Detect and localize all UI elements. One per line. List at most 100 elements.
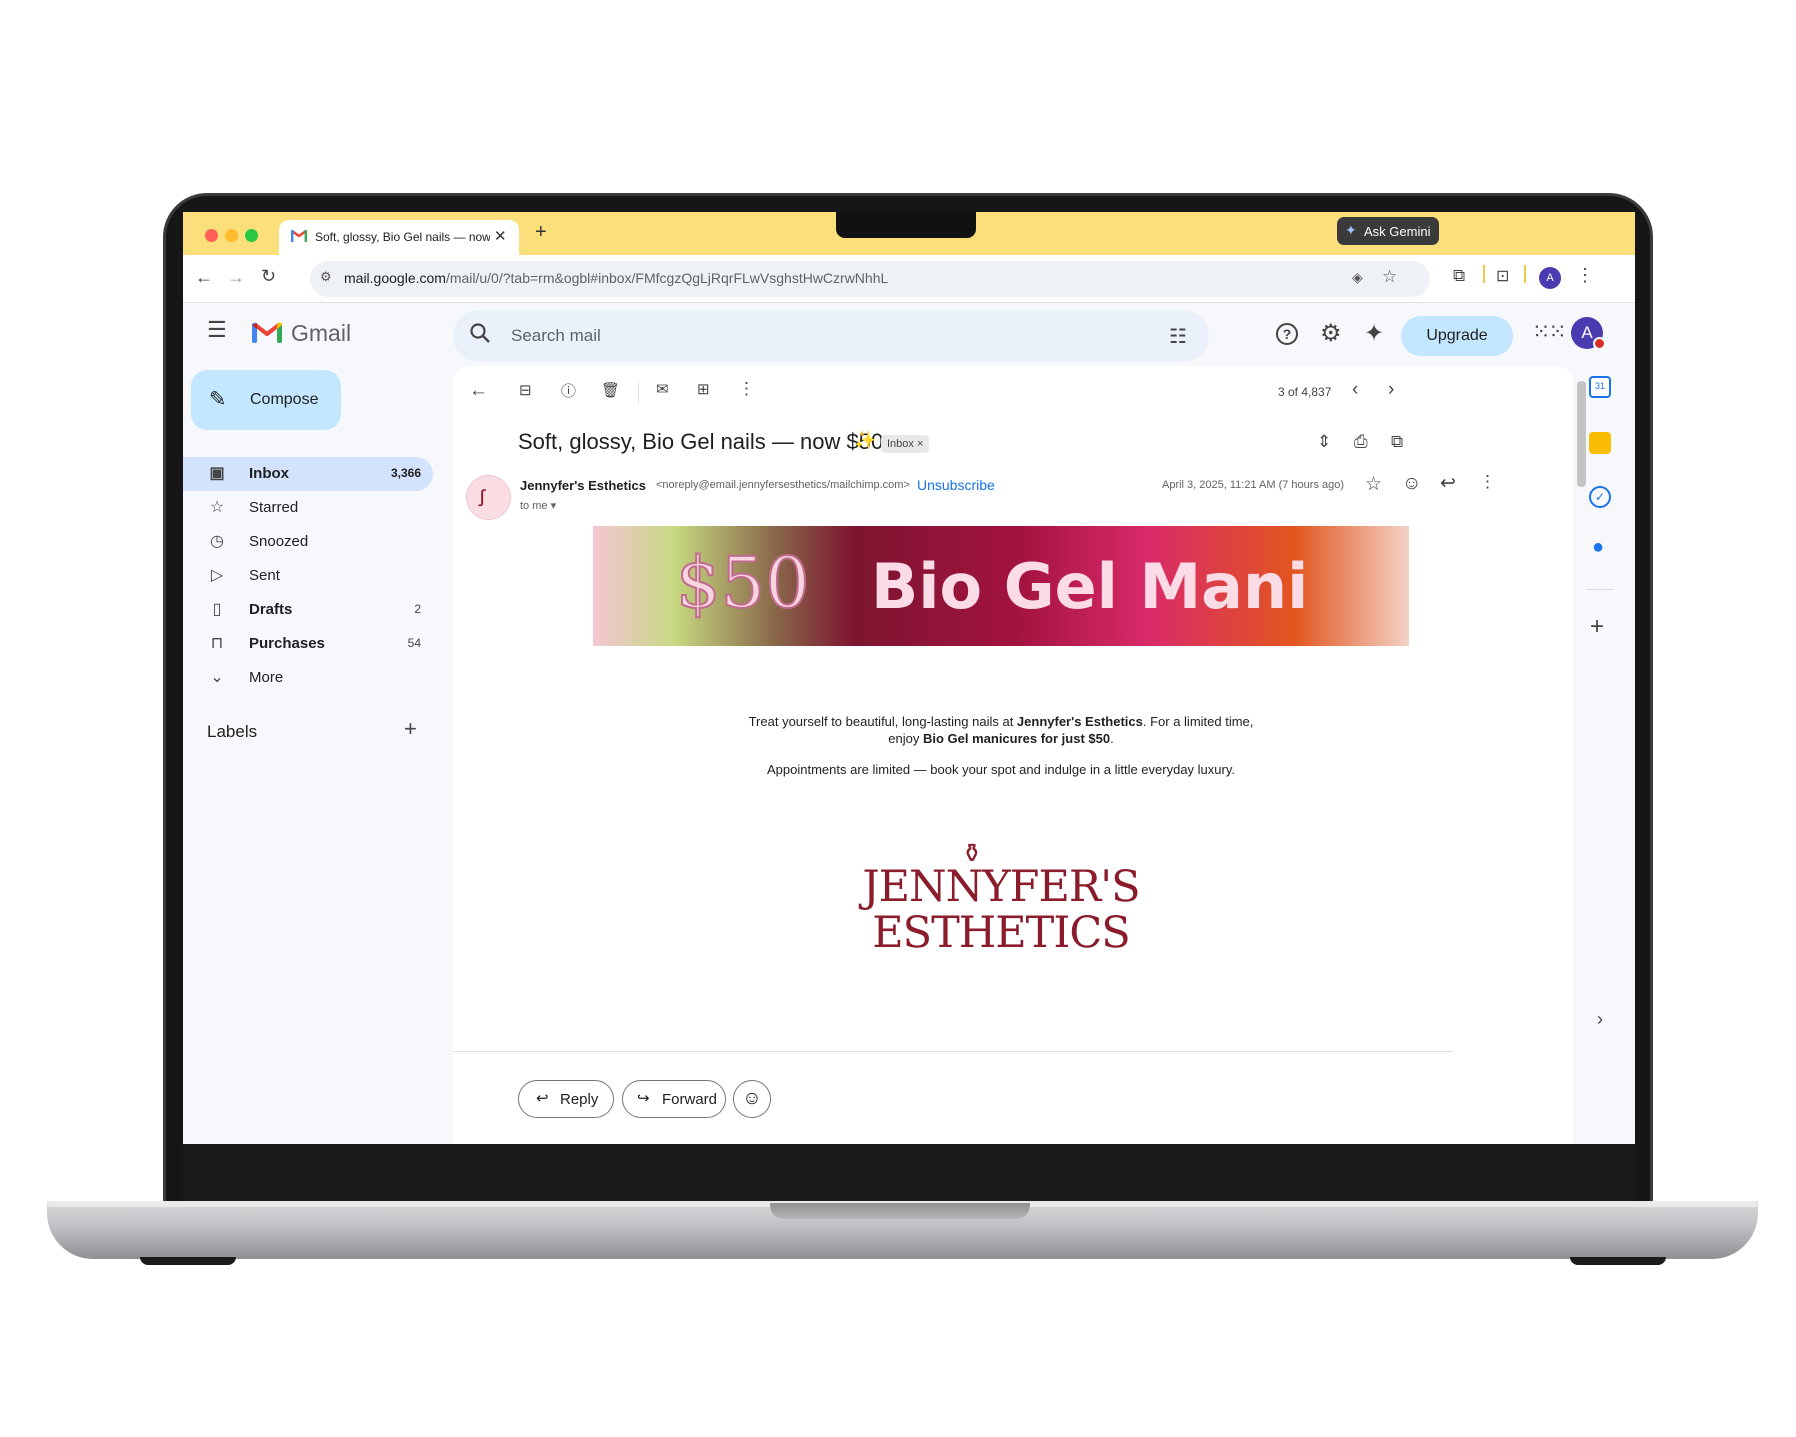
- body-paragraph-1: Treat yourself to beautiful, long-lastin…: [593, 713, 1409, 747]
- logo-line-2: ESTHETICS: [872, 908, 1130, 958]
- browser-menu-icon[interactable]: ⋮: [1576, 265, 1594, 286]
- screen-bezel-bottom: [183, 1144, 1635, 1201]
- reply-arrow-icon[interactable]: ↩: [1440, 472, 1456, 495]
- pager-text: 3 of 4,837: [1278, 385, 1332, 399]
- close-window-button[interactable]: [205, 229, 218, 242]
- compose-button[interactable]: ✎ Compose: [191, 370, 341, 430]
- new-tab-button[interactable]: +: [535, 221, 547, 244]
- inbox-chip-label: Inbox: [887, 438, 914, 450]
- contacts-icon[interactable]: ●: [1592, 536, 1604, 559]
- reply-button[interactable]: ↩ Reply: [518, 1080, 614, 1118]
- unsubscribe-link[interactable]: Unsubscribe: [917, 477, 995, 493]
- to-me-dropdown[interactable]: to me ▾: [520, 499, 556, 512]
- inbox-label-chip[interactable]: Inbox ×: [881, 435, 930, 453]
- newer-chevron-icon[interactable]: ‹: [1352, 379, 1358, 401]
- gmail-wordmark: Gmail: [291, 320, 352, 346]
- remove-label-icon[interactable]: ×: [917, 438, 923, 450]
- screen: Soft, glossy, Bio Gel nails — now ✕ + ✦ …: [183, 212, 1635, 1144]
- browser-profile-avatar[interactable]: A: [1539, 267, 1561, 289]
- main-menu-icon[interactable]: ☰: [207, 317, 227, 343]
- gemini-sparkle-icon: ✦: [1345, 222, 1357, 238]
- inbox-icon: ▣: [209, 465, 225, 482]
- help-icon[interactable]: ?: [1276, 323, 1298, 345]
- search-bar[interactable]: Search mail ☷: [453, 310, 1209, 362]
- add-app-icon[interactable]: +: [1590, 613, 1604, 641]
- add-label-icon[interactable]: +: [404, 716, 417, 742]
- laptop-opening-notch: [770, 1203, 1030, 1219]
- back-to-inbox-icon[interactable]: ←: [469, 380, 488, 402]
- older-chevron-icon[interactable]: ›: [1388, 379, 1394, 401]
- upgrade-button[interactable]: Upgrade: [1401, 316, 1513, 356]
- tasks-icon[interactable]: ✓: [1589, 486, 1611, 508]
- mark-unread-icon[interactable]: ✉: [656, 380, 669, 398]
- nav-snoozed[interactable]: ◷ Snoozed: [183, 525, 433, 559]
- keep-icon[interactable]: [1589, 432, 1611, 454]
- sender-avatar[interactable]: ꭍ: [466, 475, 511, 520]
- open-new-window-icon[interactable]: ⧉: [1391, 432, 1403, 452]
- back-arrow-icon[interactable]: ←: [195, 267, 213, 288]
- message-scrollbar[interactable]: [1577, 381, 1586, 487]
- nav-starred[interactable]: ☆ Starred: [183, 491, 433, 525]
- delete-icon[interactable]: 🗑: [601, 381, 620, 399]
- show-side-panel-icon[interactable]: ›: [1597, 1009, 1603, 1030]
- nav-count: 54: [407, 636, 421, 650]
- body-bold-offer: Bio Gel manicures for just $50: [922, 731, 1111, 746]
- body-bold-brand: Jennyfer's Esthetics: [1016, 714, 1143, 729]
- nav-count: 3,366: [390, 466, 421, 480]
- print-icon[interactable]: ⎙: [1354, 432, 1368, 452]
- search-placeholder: Search mail: [511, 326, 601, 345]
- move-to-icon[interactable]: ⊞: [697, 380, 710, 398]
- apps-grid-icon[interactable]: ⁙⁙: [1532, 319, 1567, 345]
- search-options-icon[interactable]: ☷: [1169, 324, 1187, 349]
- logo-line-1: JENNYFER'S: [862, 862, 1140, 912]
- calendar-icon[interactable]: 31: [1589, 376, 1611, 398]
- nav-label: Drafts: [249, 601, 293, 618]
- collapse-all-icon[interactable]: ⇕: [1317, 432, 1331, 452]
- url-domain: mail.google.com: [344, 270, 446, 286]
- brand-logo: JENNYFER'S ESTHETICS: [793, 864, 1209, 956]
- ask-gemini-button[interactable]: ✦ Ask Gemini: [1337, 217, 1439, 245]
- email-subject: Soft, glossy, Bio Gel nails — now $50: [518, 429, 884, 454]
- banner-price: $50: [675, 541, 811, 625]
- gmail-favicon-icon: [291, 229, 307, 243]
- forward-arrow-icon[interactable]: →: [227, 267, 245, 288]
- browser-tab[interactable]: Soft, glossy, Bio Gel nails — now ✕: [279, 220, 519, 255]
- star-message-icon[interactable]: ☆: [1365, 473, 1382, 496]
- extensions-icon[interactable]: ⧉: [1453, 266, 1465, 286]
- nav-more[interactable]: ⌄ More: [183, 661, 433, 695]
- archive-icon[interactable]: ⊟: [519, 381, 532, 399]
- settings-gear-icon[interactable]: ⚙: [1320, 319, 1342, 348]
- sender-name: Jennyfer's Esthetics: [520, 478, 646, 493]
- emoji-reaction-button[interactable]: ☺: [733, 1080, 771, 1118]
- nav-inbox[interactable]: ▣ Inbox 3,366: [183, 457, 433, 491]
- banner-title: Bio Gel Mani: [871, 550, 1309, 623]
- toolbar-divider: [638, 383, 639, 403]
- nav-sent[interactable]: ▷ Sent: [183, 559, 433, 593]
- nav-drafts[interactable]: ▯ Drafts 2: [183, 593, 433, 627]
- forward-button[interactable]: ↪ Forward: [622, 1080, 726, 1118]
- eye-slash-icon[interactable]: ◈: [1352, 269, 1363, 286]
- site-settings-icon[interactable]: ⚙: [320, 269, 332, 285]
- reply-label: Reply: [560, 1091, 599, 1108]
- sender-logo-icon: ꭍ: [478, 487, 486, 512]
- laptop-foot-left: [140, 1257, 236, 1265]
- nav-purchases[interactable]: ⊓ Purchases 54: [183, 627, 433, 661]
- send-icon: ▷: [210, 567, 224, 584]
- reload-icon[interactable]: ↻: [261, 266, 276, 287]
- draft-icon: ▯: [212, 601, 222, 618]
- gemini-icon[interactable]: ✦: [1364, 319, 1384, 348]
- bookmark-star-icon[interactable]: ☆: [1382, 267, 1397, 287]
- add-reaction-icon[interactable]: ☺: [1402, 473, 1421, 495]
- zoom-window-button[interactable]: [245, 229, 258, 242]
- labels-heading: Labels: [207, 722, 258, 741]
- address-bar[interactable]: ⚙ mail.google.com/mail/u/0/?tab=rm&ogbl#…: [310, 261, 1430, 297]
- gmail-logo-icon[interactable]: [252, 321, 282, 348]
- search-icon[interactable]: [469, 322, 491, 349]
- more-actions-icon[interactable]: ⋮: [738, 379, 755, 399]
- tab-search-icon[interactable]: ⊡: [1496, 266, 1509, 286]
- message-more-icon[interactable]: ⋮: [1479, 472, 1496, 492]
- message-view: ← ⊟ ⓘ 🗑 ✉ ⊞ ⋮ 3 of 4,837 ‹ › Soft, gloss…: [453, 366, 1573, 1144]
- report-spam-icon[interactable]: ⓘ: [561, 380, 576, 401]
- minimize-window-button[interactable]: [225, 229, 238, 242]
- close-tab-icon[interactable]: ✕: [494, 227, 507, 245]
